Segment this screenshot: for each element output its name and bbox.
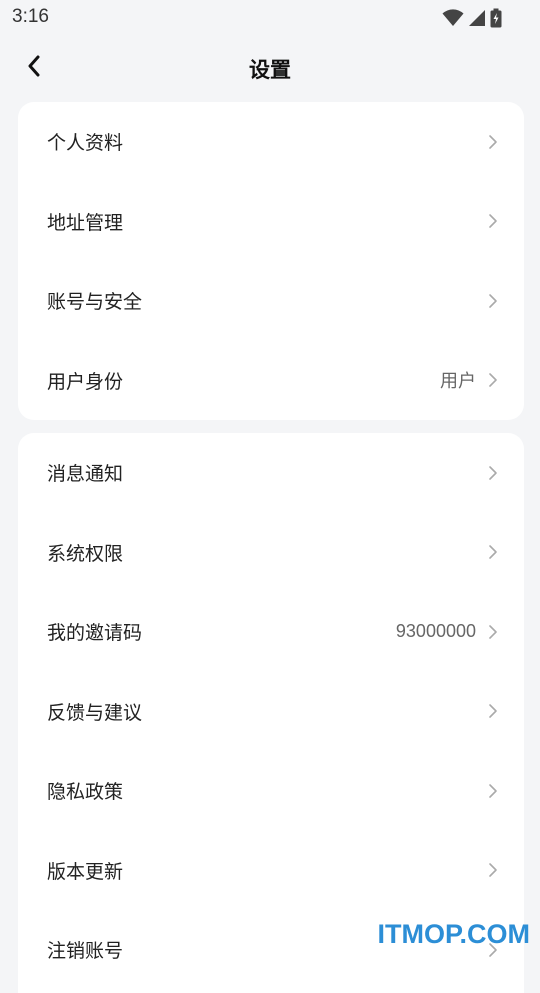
status-bar: 3:16 (0, 0, 540, 36)
settings-item-label: 反馈与建议 (47, 698, 488, 725)
chevron-right-icon (488, 703, 498, 719)
watermark-logo: ITMOP.COM (377, 919, 530, 950)
settings-item-system-permissions[interactable]: 系统权限 (18, 513, 524, 593)
status-icons (442, 7, 502, 29)
chevron-right-icon (488, 213, 498, 229)
settings-item-version-update[interactable]: 版本更新 (18, 831, 524, 911)
settings-item-label: 系统权限 (47, 539, 488, 566)
chevron-right-icon (488, 544, 498, 560)
settings-item-value: 用户 (440, 367, 476, 393)
settings-item-label: 隐私政策 (47, 777, 488, 804)
settings-group-account: 个人资料地址管理账号与安全用户身份用户 (18, 102, 524, 420)
wifi-icon (442, 9, 464, 27)
chevron-right-icon (488, 134, 498, 150)
chevron-right-icon (488, 293, 498, 309)
settings-item-address-management[interactable]: 地址管理 (18, 182, 524, 262)
chevron-right-icon (488, 465, 498, 481)
settings-item-label: 消息通知 (47, 459, 488, 486)
settings-item-invite-code[interactable]: 我的邀请码93000000 (18, 592, 524, 672)
chevron-right-icon (488, 783, 498, 799)
settings-item-label: 个人资料 (47, 128, 488, 155)
settings-item-label: 地址管理 (47, 208, 488, 235)
battery-charging-icon (490, 8, 502, 28)
chevron-right-icon (488, 862, 498, 878)
settings-item-profile[interactable]: 个人资料 (18, 102, 524, 182)
settings-item-feedback[interactable]: 反馈与建议 (18, 672, 524, 752)
settings-item-privacy-policy[interactable]: 隐私政策 (18, 751, 524, 831)
settings-item-label: 版本更新 (47, 857, 488, 884)
cellular-signal-icon (468, 9, 486, 27)
settings-item-label: 我的邀请码 (47, 618, 396, 645)
settings-group-system: 消息通知系统权限我的邀请码93000000反馈与建议隐私政策版本更新注销账号 (18, 433, 524, 993)
header: 设置 (0, 40, 540, 96)
status-time: 3:16 (12, 6, 49, 28)
settings-item-label: 账号与安全 (47, 287, 488, 314)
settings-item-message-notification[interactable]: 消息通知 (18, 433, 524, 513)
settings-item-user-identity[interactable]: 用户身份用户 (18, 341, 524, 421)
page-title: 设置 (0, 54, 540, 84)
chevron-right-icon (488, 624, 498, 640)
settings-item-account-security[interactable]: 账号与安全 (18, 261, 524, 341)
settings-item-value: 93000000 (396, 621, 476, 642)
chevron-right-icon (488, 372, 498, 388)
settings-item-label: 用户身份 (47, 367, 440, 394)
